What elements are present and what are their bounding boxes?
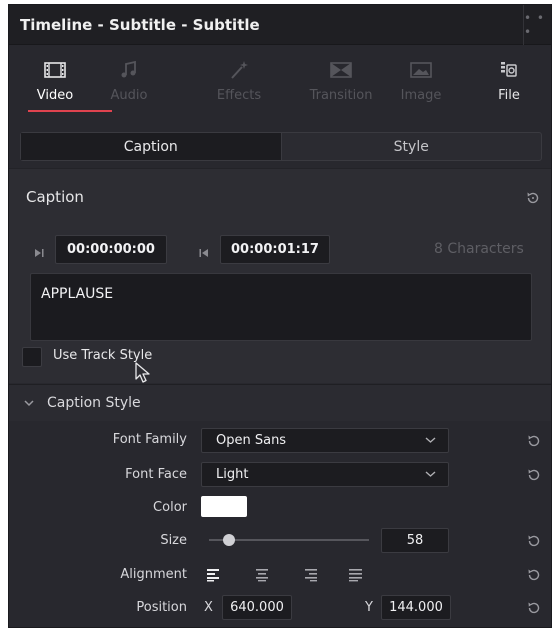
inspector-tabs: Video Audio Effects Transition Image Fil… — [9, 46, 551, 126]
size-input[interactable]: 58 — [381, 528, 449, 553]
inspector-panel: Timeline - Subtitle - Subtitle • • • Vid… — [8, 4, 552, 628]
tab-image[interactable]: Image — [381, 58, 461, 120]
tab-image-label: Image — [400, 88, 442, 103]
window-title: Timeline - Subtitle - Subtitle — [20, 16, 260, 34]
caption-style-heading: Caption Style — [47, 395, 141, 411]
font-face-value: Light — [216, 467, 249, 482]
out-timecode-field[interactable]: 00:00:01:17 — [220, 235, 330, 264]
chevron-down-icon — [425, 437, 436, 443]
tab-file[interactable]: File — [469, 58, 549, 120]
font-face-dropdown[interactable]: Light — [201, 462, 449, 487]
position-label: Position — [136, 600, 187, 615]
caption-text-input[interactable]: APPLAUSE — [30, 273, 532, 341]
reset-icon[interactable] — [526, 433, 542, 449]
size-label: Size — [160, 533, 187, 548]
caption-heading: Caption — [26, 188, 84, 206]
effects-icon — [231, 61, 248, 79]
title-bar: Timeline - Subtitle - Subtitle • • • — [9, 5, 551, 45]
alignment-label: Alignment — [120, 567, 187, 582]
reset-icon[interactable] — [526, 467, 542, 483]
tab-video[interactable]: Video — [15, 58, 112, 120]
image-icon — [410, 62, 432, 78]
reset-icon[interactable] — [526, 600, 542, 616]
mouse-cursor-icon — [135, 362, 150, 383]
position-x-label: X — [204, 600, 213, 615]
font-family-dropdown[interactable]: Open Sans — [201, 428, 449, 453]
tab-audio[interactable]: Audio — [89, 58, 169, 120]
caption-style-header[interactable]: Caption Style — [9, 384, 551, 421]
tab-effects[interactable]: Effects — [199, 58, 279, 120]
tab-audio-label: Audio — [110, 88, 148, 103]
segment-style[interactable]: Style — [282, 133, 542, 160]
audio-icon — [121, 60, 136, 78]
tab-file-label: File — [498, 88, 520, 103]
reset-icon[interactable] — [526, 567, 542, 583]
tab-transition-label: Transition — [309, 88, 373, 103]
position-y-label: Y — [365, 600, 373, 615]
caption-text: APPLAUSE — [41, 286, 114, 302]
size-slider-handle[interactable] — [223, 534, 235, 546]
font-family-label: Font Family — [112, 432, 187, 447]
reset-icon[interactable] — [526, 533, 542, 549]
font-family-value: Open Sans — [216, 433, 287, 448]
align-right-icon[interactable] — [302, 568, 318, 582]
in-point-icon — [35, 249, 44, 257]
use-track-style-checkbox[interactable] — [22, 347, 42, 367]
character-count: 8 Characters — [434, 241, 524, 257]
caption-style-switch: Caption Style — [20, 132, 542, 161]
reset-icon[interactable] — [525, 190, 541, 206]
tab-video-label: Video — [36, 88, 74, 103]
chevron-down-icon — [24, 400, 34, 407]
align-justify-icon[interactable] — [348, 568, 364, 582]
in-timecode-field[interactable]: 00:00:00:00 — [55, 235, 167, 264]
out-point-icon — [199, 249, 208, 257]
color-swatch[interactable] — [201, 496, 247, 517]
tab-effects-label: Effects — [216, 88, 262, 103]
tab-transition[interactable]: Transition — [291, 58, 391, 120]
chevron-down-icon — [425, 471, 436, 477]
use-track-style-label: Use Track Style — [53, 348, 153, 363]
font-face-label: Font Face — [125, 467, 187, 482]
align-center-icon[interactable] — [254, 568, 270, 582]
color-label: Color — [153, 500, 187, 515]
transition-icon — [330, 62, 352, 78]
position-y-input[interactable]: 144.000 — [381, 595, 451, 620]
caption-section: Caption 00:00:00:00 00:00:01:17 8 Charac… — [9, 168, 551, 383]
file-icon — [501, 62, 517, 77]
align-left-icon[interactable] — [206, 568, 222, 582]
video-icon — [44, 62, 66, 78]
ellipsis-icon[interactable]: • • • — [523, 5, 551, 45]
segment-caption[interactable]: Caption — [21, 133, 282, 160]
position-x-input[interactable]: 640.000 — [222, 595, 292, 620]
